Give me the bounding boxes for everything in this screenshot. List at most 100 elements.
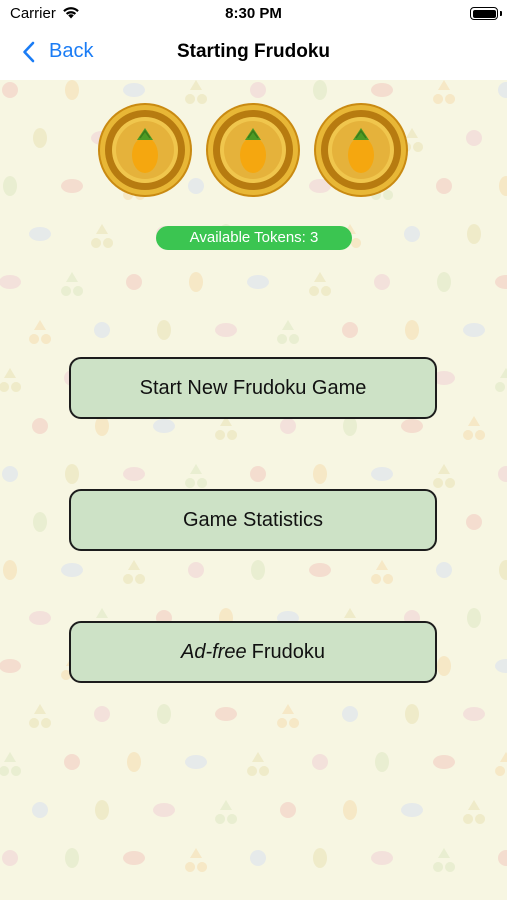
fruit-pattern-shape: [95, 416, 109, 436]
fruit-pattern-shape: [495, 275, 507, 289]
fruit-pattern-shape: [3, 560, 17, 580]
fruit-pattern-shape: [188, 562, 204, 578]
fruit-pattern-shape: [280, 802, 296, 818]
fruit-pattern-shape: [463, 323, 485, 337]
fruit-pattern-shape: [29, 320, 52, 344]
fruit-pattern-shape: [157, 704, 171, 724]
fruit-pattern-shape: [0, 275, 21, 289]
fruit-pattern-shape: [371, 560, 394, 584]
fruit-pattern-shape: [94, 706, 110, 722]
status-bar: Carrier 8:30 PM: [0, 0, 507, 28]
fruit-pattern-shape: [2, 466, 18, 482]
fruit-pattern-shape: [126, 274, 142, 290]
available-tokens-badge: Available Tokens: 3: [156, 226, 352, 250]
fruit-pattern-shape: [157, 320, 171, 340]
page-title: Starting Frudoku: [176, 41, 331, 62]
battery-icon: [470, 7, 498, 20]
tokens-row: [0, 102, 507, 202]
fruit-pattern-shape: [463, 416, 486, 440]
battery-cap: [500, 11, 502, 16]
main-content: Available Tokens: 3 Start New Frudoku Ga…: [0, 80, 507, 900]
fruit-pattern-shape: [437, 272, 451, 292]
fruit-pattern-shape: [463, 800, 486, 824]
fruit-pattern-shape: [437, 656, 451, 676]
fruit-pattern-shape: [313, 848, 327, 868]
fruit-pattern-shape: [313, 80, 327, 100]
fruit-pattern-shape: [277, 704, 300, 728]
fruit-pattern-shape: [250, 82, 266, 98]
fruit-pattern-shape: [29, 704, 52, 728]
fruit-pattern-shape: [405, 704, 419, 724]
fruit-pattern-shape: [123, 560, 146, 584]
fruit-pattern-shape: [29, 611, 51, 625]
fruit-pattern-shape: [371, 83, 393, 97]
fruit-pattern-shape: [309, 563, 331, 577]
fruit-pattern-shape: [153, 419, 175, 433]
fruit-pattern-shape: [185, 755, 207, 769]
ad-free-button[interactable]: Ad-free Frudoku: [69, 621, 437, 683]
fruit-pattern-shape: [467, 224, 481, 244]
fruit-pattern-shape: [343, 416, 357, 436]
game-statistics-button[interactable]: Game Statistics: [69, 489, 437, 551]
pineapple-token-icon: [98, 103, 192, 197]
fruit-pattern-shape: [65, 848, 79, 868]
fruit-pattern-shape: [94, 322, 110, 338]
fruit-pattern-shape: [467, 608, 481, 628]
fruit-pattern-shape: [433, 464, 456, 488]
fruit-pattern-shape: [495, 752, 507, 776]
fruit-pattern-shape: [215, 416, 238, 440]
fruit-pattern-shape: [64, 754, 80, 770]
fruit-pattern-shape: [433, 848, 456, 872]
fruit-pattern-shape: [277, 320, 300, 344]
fruit-pattern-shape: [0, 368, 22, 392]
fruit-pattern-shape: [65, 80, 79, 100]
fruit-pattern-shape: [342, 322, 358, 338]
fruit-pattern-shape: [65, 464, 79, 484]
fruit-pattern-shape: [32, 802, 48, 818]
fruit-pattern-shape: [247, 752, 270, 776]
fruit-pattern-shape: [33, 512, 47, 532]
fruit-pattern-shape: [280, 418, 296, 434]
fruit-pattern-shape: [61, 272, 84, 296]
fruit-pattern-shape: [127, 752, 141, 772]
fruit-pattern-shape: [343, 800, 357, 820]
start-new-game-button[interactable]: Start New Frudoku Game: [69, 357, 437, 419]
fruit-pattern-shape: [123, 851, 145, 865]
fruit-pattern-shape: [309, 272, 332, 296]
fruit-pattern-shape: [185, 464, 208, 488]
fruit-pattern-shape: [405, 320, 419, 340]
fruit-pattern-shape: [0, 752, 22, 776]
fruit-pattern-shape: [247, 275, 269, 289]
fruit-pattern-shape: [91, 224, 114, 248]
fruit-pattern-shape: [0, 659, 21, 673]
fruit-pattern-shape: [123, 467, 145, 481]
fruit-pattern-shape: [495, 368, 507, 392]
fruit-pattern-shape: [215, 800, 238, 824]
fruit-pattern-shape: [250, 850, 266, 866]
fruit-pattern-shape: [215, 707, 237, 721]
fruit-pattern-shape: [2, 82, 18, 98]
fruit-pattern-shape: [466, 514, 482, 530]
fruit-pattern-shape: [32, 418, 48, 434]
fruit-pattern-shape: [433, 755, 455, 769]
pineapple-token-icon: [314, 103, 408, 197]
fruit-pattern-shape: [371, 467, 393, 481]
start-new-game-label: Start New Frudoku Game: [139, 376, 367, 399]
fruit-pattern-shape: [215, 323, 237, 337]
fruit-pattern-shape: [375, 752, 389, 772]
fruit-pattern-shape: [250, 466, 266, 482]
fruit-pattern-shape: [29, 227, 51, 241]
fruit-pattern-shape: [374, 274, 390, 290]
fruit-pattern-shape: [312, 754, 328, 770]
fruit-pattern-shape: [61, 563, 83, 577]
fruit-pattern-shape: [153, 803, 175, 817]
fruit-pattern-shape: [2, 850, 18, 866]
fruit-pattern-shape: [495, 659, 507, 673]
pineapple-token-icon: [206, 103, 300, 197]
fruit-pattern-shape: [95, 800, 109, 820]
fruit-pattern-shape: [185, 848, 208, 872]
fruit-pattern-shape: [498, 82, 507, 98]
fruit-pattern-shape: [342, 706, 358, 722]
fruit-pattern-shape: [463, 707, 485, 721]
navigation-bar: Back Starting Frudoku: [0, 28, 507, 80]
